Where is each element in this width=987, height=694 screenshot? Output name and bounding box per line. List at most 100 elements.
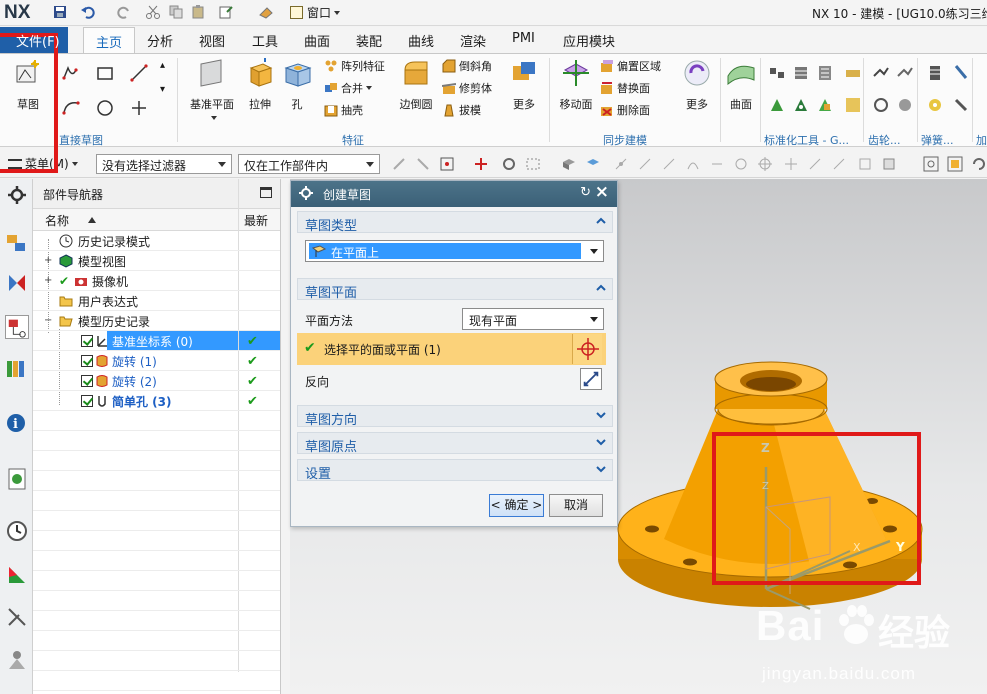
expand-icon[interactable]: + [44, 256, 52, 266]
section-sketch-orientation[interactable]: 草图方向 [297, 405, 613, 428]
point-snap-9-icon[interactable] [806, 155, 824, 173]
section-settings[interactable]: 设置 [297, 459, 613, 482]
view-rotate-icon[interactable] [970, 155, 987, 173]
window-menu[interactable]: 窗口 [290, 4, 341, 21]
edge-blend-button[interactable]: 边倒圆 [396, 58, 436, 112]
tree-item-revolve-1[interactable]: 旋转 (1) ✔ [33, 351, 280, 371]
select-feature-icon[interactable] [414, 155, 432, 173]
face-icon[interactable] [584, 155, 602, 173]
part-navigator-icon[interactable] [5, 315, 29, 339]
paste-icon[interactable] [190, 4, 206, 20]
selection-scope-dropdown[interactable]: 仅在工作部件内 [238, 154, 380, 174]
copy-icon[interactable] [168, 4, 184, 20]
point-icon[interactable] [130, 99, 148, 117]
tree-item-model-views[interactable]: + 模型视图 [33, 251, 280, 271]
reuse-library-icon[interactable] [5, 357, 29, 381]
spring-tool-2-icon[interactable] [926, 96, 944, 114]
column-name[interactable]: 名称 [45, 212, 69, 229]
point-snap-12-icon[interactable] [880, 155, 898, 173]
spring-tool-1-icon[interactable] [926, 64, 944, 82]
tree-item-datum-csys[interactable]: 基准坐标系 (0) ✔ [33, 331, 280, 351]
delete-face-button[interactable]: 删除面 [600, 102, 650, 120]
tab-render[interactable]: 渲染 [460, 31, 486, 50]
system-scene-icon[interactable] [5, 647, 29, 671]
ok-button[interactable]: < 确定 > [489, 494, 544, 517]
tree-item-cameras[interactable]: + ✔ 摄像机 [33, 271, 280, 291]
view-fit-icon[interactable] [922, 155, 940, 173]
chevron-down-icon[interactable] [595, 463, 607, 475]
tab-home[interactable]: 主页 [83, 27, 136, 54]
plane-method-dropdown[interactable]: 现有平面 [462, 308, 604, 330]
settings-gear-icon[interactable] [5, 183, 29, 207]
section-sketch-origin[interactable]: 草图原点 [297, 432, 613, 455]
line-icon[interactable] [130, 64, 148, 82]
tab-surface[interactable]: 曲面 [304, 31, 330, 50]
point-snap-11-icon[interactable] [856, 155, 874, 173]
tree-item-revolve-2[interactable]: 旋转 (2) ✔ [33, 371, 280, 391]
selection-filter-dropdown[interactable]: 没有选择过滤器 [96, 154, 232, 174]
surface-button[interactable]: 曲面 [724, 58, 758, 112]
spring-tool-4-icon[interactable] [952, 96, 970, 114]
info-icon[interactable]: i [5, 411, 29, 435]
chevron-down-icon[interactable] [595, 409, 607, 421]
draft-button[interactable]: 拔模 [442, 102, 481, 120]
tab-file-label[interactable]: 文件(F) [16, 31, 60, 50]
eraser-icon[interactable] [258, 4, 274, 20]
visibility-checkbox[interactable] [81, 395, 93, 407]
trim-body-button[interactable]: 修剪体 [441, 80, 492, 98]
reverse-direction-button[interactable] [580, 368, 602, 390]
rectangle-icon[interactable] [96, 64, 114, 82]
std-tool-2-icon[interactable] [792, 64, 810, 82]
select-planar-face-row[interactable]: ✔ 选择平的面或平面 (1) [297, 333, 606, 365]
tab-analysis[interactable]: 分析 [147, 31, 173, 50]
assembly-navigator-icon[interactable] [5, 231, 29, 255]
hole-button[interactable]: 孔 [282, 58, 312, 112]
point-snap-6-icon[interactable] [732, 155, 750, 173]
snap-icon[interactable] [472, 155, 490, 173]
spring-tool-3-icon[interactable] [952, 64, 970, 82]
solid-body-icon[interactable] [560, 155, 578, 173]
chamfer-button[interactable]: 倒斜角 [442, 58, 492, 76]
replace-face-button[interactable]: 替换面 [600, 80, 650, 98]
general-select-icon[interactable] [390, 155, 408, 173]
chevron-up-icon[interactable] [595, 282, 607, 294]
dialog-gear-icon[interactable] [299, 186, 313, 203]
chevron-up-icon[interactable] [595, 215, 607, 227]
tab-assembly[interactable]: 装配 [356, 31, 382, 50]
collapse-icon[interactable]: − [44, 316, 52, 326]
chevron-down-icon[interactable] [595, 436, 607, 448]
tab-curve[interactable]: 曲线 [408, 31, 434, 50]
arc-icon[interactable] [62, 99, 80, 117]
point-snap-10-icon[interactable] [830, 155, 848, 173]
point-snap-4-icon[interactable] [684, 155, 702, 173]
std-tool-4-icon[interactable] [844, 64, 862, 82]
close-icon[interactable]: × [595, 182, 609, 202]
offset-region-button[interactable]: 偏置区域 [600, 58, 661, 76]
view-zoom-icon[interactable] [946, 155, 964, 173]
tree-item-user-expressions[interactable]: 用户表达式 [33, 291, 280, 311]
std-tool-3-icon[interactable] [816, 64, 834, 82]
history-icon[interactable] [5, 519, 29, 543]
profile-icon[interactable] [62, 64, 80, 82]
sketch-more-arrow[interactable]: ▴ [160, 60, 165, 71]
plane-dialog-button[interactable] [572, 334, 602, 364]
datum-plane-button[interactable]: 基准平面 [186, 58, 238, 125]
touch-mode-icon[interactable] [218, 4, 234, 20]
gear-tool-2-icon[interactable] [896, 64, 914, 82]
redo-icon[interactable] [116, 4, 132, 20]
shell-button[interactable]: 抽壳 [324, 102, 363, 120]
gear-small-icon[interactable] [500, 155, 518, 173]
sketch-type-dropdown[interactable]: 在平面上 [305, 240, 604, 262]
circle-icon[interactable] [96, 99, 114, 117]
point-snap-5-icon[interactable] [708, 155, 726, 173]
more-features-button[interactable]: 更多 [504, 58, 544, 112]
std-tool-1-icon[interactable] [768, 64, 786, 82]
std-tool-5-icon[interactable] [768, 96, 786, 114]
point-snap-8-icon[interactable] [782, 155, 800, 173]
visibility-checkbox[interactable] [81, 375, 93, 387]
section-sketch-plane[interactable]: 草图平面 [297, 278, 613, 301]
visualization-icon[interactable] [5, 563, 29, 587]
role-icon[interactable] [5, 605, 29, 629]
more-sync-button[interactable]: 更多 [680, 58, 714, 112]
point-snap-1-icon[interactable] [612, 155, 630, 173]
